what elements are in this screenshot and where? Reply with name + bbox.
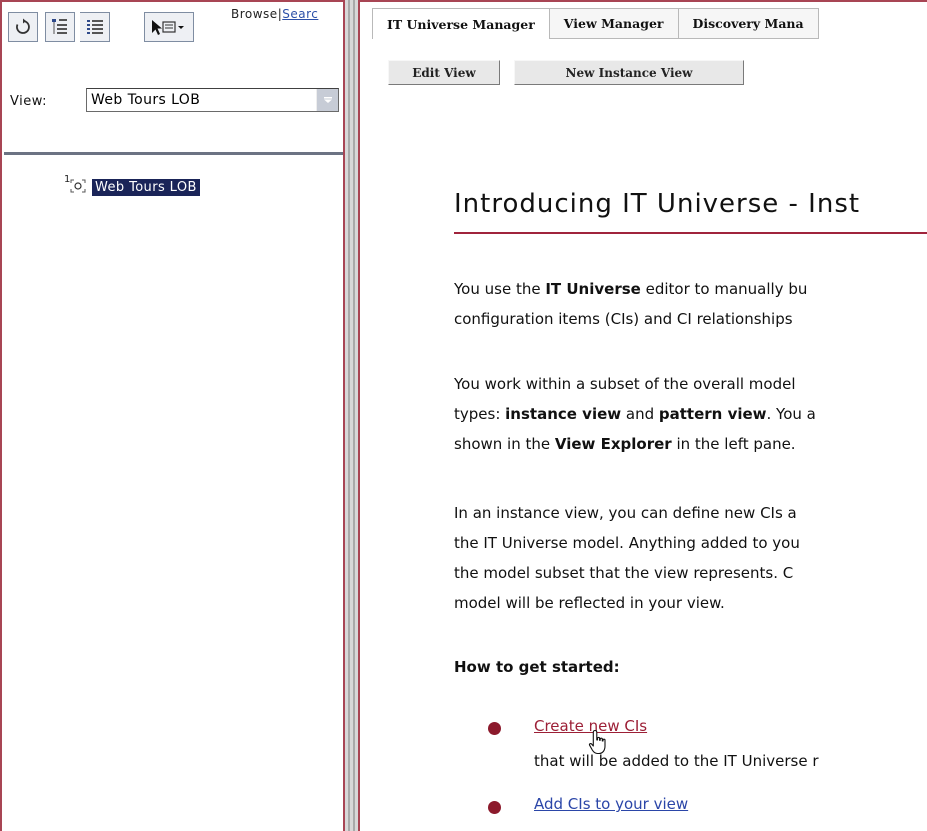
bullet-description: that will be added to the IT Universe r: [534, 752, 819, 770]
page-title: Introducing IT Universe - Inst: [454, 189, 861, 219]
edit-view-button[interactable]: Edit View: [388, 60, 500, 85]
pane-splitter[interactable]: [345, 0, 358, 831]
browse-label[interactable]: Browse: [231, 7, 278, 21]
tab-view-manager[interactable]: View Manager: [549, 8, 679, 39]
splitter-grip: [353, 0, 355, 831]
list-view-button[interactable]: [80, 12, 110, 42]
view-explorer-pane: Browse|Searc View: Web Tours LOB 1 Web T…: [0, 0, 345, 831]
actions-menu-button[interactable]: [144, 12, 194, 42]
view-select-value: Web Tours LOB: [91, 92, 201, 108]
intro-paragraph-3: In an instance view, you can define new …: [454, 504, 800, 612]
intro-paragraph-1: You use the IT Universe editor to manual…: [454, 280, 808, 328]
refresh-icon: [16, 18, 30, 34]
view-select[interactable]: Web Tours LOB: [86, 88, 339, 112]
intro-paragraph-2: You work within a subset of the overall …: [454, 375, 816, 453]
tree-node-label[interactable]: Web Tours LOB: [92, 178, 200, 196]
tree-view-button[interactable]: [45, 12, 75, 42]
tab-discovery-manager[interactable]: Discovery Mana: [678, 8, 819, 39]
bullet-icon: [488, 801, 501, 814]
how-to-heading: How to get started:: [454, 658, 620, 676]
tree-node-web-tours-lob[interactable]: 1 Web Tours LOB: [64, 174, 200, 197]
add-cis-to-view-link[interactable]: Add CIs to your view: [534, 795, 688, 813]
actions-dropdown-icon: [152, 20, 184, 35]
search-link[interactable]: Searc: [282, 7, 318, 21]
hand-cursor-icon: [588, 729, 606, 755]
splitter-grip: [348, 0, 350, 831]
bullet-icon: [488, 722, 501, 735]
title-underline: [454, 232, 927, 234]
content-pane: IT Universe Manager View Manager Discove…: [358, 0, 927, 831]
chevron-down-icon[interactable]: [316, 89, 338, 111]
tab-it-universe-manager[interactable]: IT Universe Manager: [372, 8, 550, 39]
tree-divider: [4, 152, 343, 155]
tree-view-icon: [52, 19, 67, 34]
new-instance-view-button[interactable]: New Instance View: [514, 60, 744, 85]
view-label: View:: [10, 94, 48, 109]
tab-strip: IT Universe Manager View Manager Discove…: [372, 8, 819, 39]
refresh-button[interactable]: [8, 12, 38, 42]
list-view-icon: [86, 20, 103, 34]
browse-search-toggle: Browse|Searc: [231, 7, 318, 21]
ci-node-icon: 1: [64, 174, 90, 197]
